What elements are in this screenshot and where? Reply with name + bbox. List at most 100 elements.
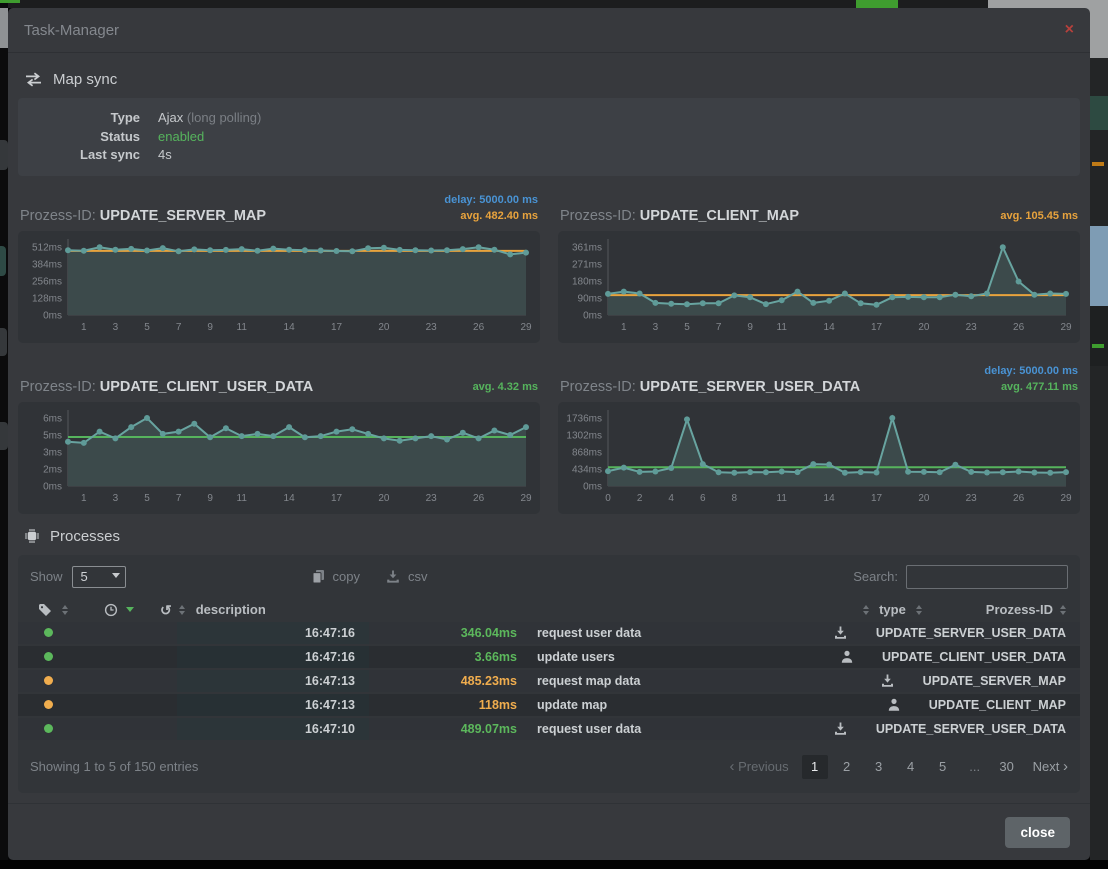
svg-text:11: 11 (237, 493, 248, 504)
svg-text:20: 20 (918, 322, 930, 333)
processes-heading: Processes (24, 528, 1080, 545)
page-button-2[interactable]: 2 (834, 755, 860, 779)
page-button-5[interactable]: 5 (930, 755, 956, 779)
svg-text:384ms: 384ms (32, 259, 62, 270)
status-dot (44, 676, 53, 685)
svg-text:3: 3 (113, 493, 119, 504)
sort-icon[interactable] (1060, 605, 1066, 615)
svg-text:23: 23 (426, 493, 438, 504)
svg-text:14: 14 (824, 322, 836, 333)
map-sync-info-box: Type Ajax (long polling) Status enabled … (18, 98, 1080, 176)
chevron-left-icon: ‹ (729, 758, 734, 775)
charts-grid: Prozess-ID: UPDATE_SERVER_MAP delay: 500… (18, 188, 1080, 514)
page-button-4[interactable]: 4 (898, 755, 924, 779)
background-right-orange-mark (1092, 162, 1104, 166)
svg-text:512ms: 512ms (32, 242, 62, 253)
sort-icon[interactable] (62, 605, 68, 615)
svg-text:17: 17 (331, 322, 343, 333)
chart-block-update-server-user-data: Prozess-ID: UPDATE_SERVER_USER_DATA dela… (558, 359, 1080, 514)
sync-status-value: enabled (158, 128, 204, 147)
svg-text:4: 4 (668, 493, 674, 504)
svg-text:3: 3 (113, 322, 119, 333)
background-left-frag-3 (0, 422, 8, 450)
csv-button[interactable]: csv (386, 569, 428, 584)
row-prozess-id: UPDATE_SERVER_USER_DATA (876, 626, 1080, 640)
svg-text:5: 5 (684, 322, 690, 333)
search-input[interactable] (906, 565, 1068, 589)
svg-text:20: 20 (918, 493, 930, 504)
sort-desc-icon[interactable] (126, 607, 134, 612)
table-row[interactable]: 16:47:10 489.07ms request user data UPDA… (18, 718, 1080, 740)
svg-text:23: 23 (966, 322, 978, 333)
background-right-blue-block (1090, 226, 1108, 306)
row-prozess-id: UPDATE_SERVER_USER_DATA (876, 722, 1080, 736)
status-dot (44, 700, 53, 709)
row-description: request user data (517, 626, 806, 640)
avg-label: avg. 105.45 ms (1000, 208, 1078, 224)
sort-icon[interactable] (863, 605, 869, 615)
svg-text:23: 23 (426, 322, 438, 333)
sort-icon[interactable] (916, 605, 922, 615)
table-row[interactable]: 16:47:16 346.04ms request user data UPDA… (18, 622, 1080, 644)
svg-text:128ms: 128ms (32, 293, 62, 304)
svg-text:11: 11 (777, 493, 788, 504)
svg-text:6: 6 (700, 493, 706, 504)
svg-text:26: 26 (473, 322, 485, 333)
row-type-icon (806, 626, 876, 639)
background-right-strip (1090, 0, 1108, 869)
column-description[interactable]: description (196, 602, 266, 617)
row-time: 16:47:13 (177, 670, 369, 692)
background-left-green-corner (0, 0, 20, 3)
sort-icon[interactable] (179, 605, 185, 615)
page-size-select[interactable]: 5 (72, 566, 126, 588)
svg-text:20: 20 (378, 322, 390, 333)
previous-page-button[interactable]: ‹ Previous (729, 758, 788, 775)
table-row[interactable]: 16:47:13 485.23ms request map data UPDAT… (18, 670, 1080, 692)
table-row[interactable]: 16:47:13 118ms update map UPDATE_CLIENT_… (18, 694, 1080, 716)
entries-info: Showing 1 to 5 of 150 entries (30, 759, 198, 774)
close-icon[interactable]: × (1065, 22, 1074, 38)
row-prozess-id: UPDATE_CLIENT_USER_DATA (882, 650, 1080, 664)
row-description: update map (517, 698, 859, 712)
next-page-button[interactable]: Next › (1033, 758, 1068, 775)
svg-text:6ms: 6ms (43, 413, 62, 424)
row-prozess-id: UPDATE_SERVER_MAP (923, 674, 1080, 688)
svg-text:29: 29 (520, 322, 532, 333)
row-description: update users (517, 650, 812, 664)
svg-text:11: 11 (237, 322, 248, 333)
row-time: 16:47:16 (177, 646, 369, 668)
row-type-icon (812, 650, 882, 663)
column-type[interactable]: type (879, 602, 906, 617)
row-time: 16:47:13 (177, 694, 369, 716)
map-sync-heading: Map sync (24, 71, 1080, 88)
delay-label: delay: 5000.00 ms (984, 363, 1078, 379)
background-progress-green (856, 0, 898, 8)
chart-block-update-client-map: Prozess-ID: UPDATE_CLIENT_MAP avg. 105.4… (558, 188, 1080, 343)
copy-button[interactable]: copy (312, 569, 360, 584)
close-button[interactable]: close (1005, 817, 1070, 848)
page-button-30[interactable]: 30 (994, 755, 1020, 779)
row-duration: 485.23ms (369, 674, 517, 688)
svg-text:7: 7 (176, 322, 182, 333)
svg-text:17: 17 (871, 322, 883, 333)
svg-text:29: 29 (1060, 493, 1072, 504)
page-button-1[interactable]: 1 (802, 755, 828, 779)
modal-body: Map sync Type Ajax (long polling) Status… (8, 53, 1090, 793)
svg-text:0ms: 0ms (583, 310, 602, 321)
column-prozess-id[interactable]: Prozess-ID (986, 602, 1053, 617)
sync-type-note: (long polling) (187, 110, 261, 125)
status-dot (44, 652, 53, 661)
svg-text:14: 14 (284, 322, 296, 333)
chip-icon (24, 528, 40, 544)
row-time: 16:47:16 (177, 622, 369, 644)
page-button-3[interactable]: 3 (866, 755, 892, 779)
svg-text:1302ms: 1302ms (566, 430, 602, 441)
svg-text:26: 26 (1013, 322, 1025, 333)
background-right-dark-block (1090, 306, 1108, 366)
svg-text:0ms: 0ms (43, 310, 62, 321)
row-duration: 3.66ms (369, 650, 517, 664)
table-row[interactable]: 16:47:16 3.66ms update users UPDATE_CLIE… (18, 646, 1080, 668)
svg-text:17: 17 (331, 493, 343, 504)
svg-text:0ms: 0ms (43, 481, 62, 492)
chart-block-update-server-map: Prozess-ID: UPDATE_SERVER_MAP delay: 500… (18, 188, 540, 343)
